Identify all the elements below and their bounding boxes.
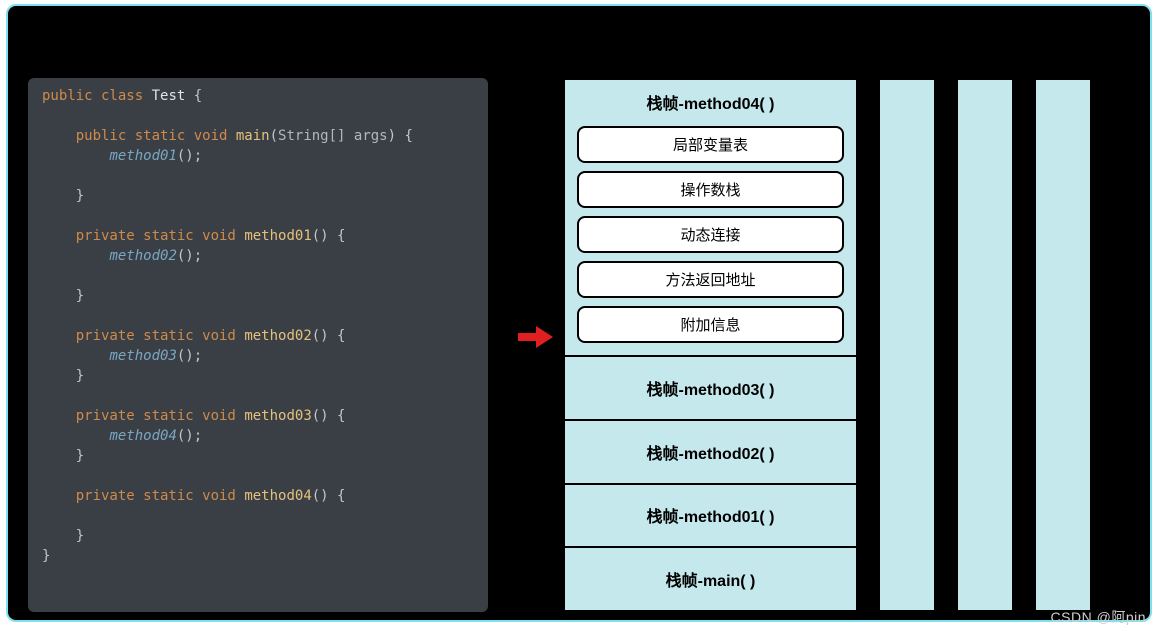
stack-column-empty: [878, 78, 936, 612]
stack-frame: 栈帧-method03( ): [565, 355, 856, 419]
stack-frame: 栈帧-method01( ): [565, 483, 856, 547]
frame-part: 操作数栈: [577, 171, 844, 208]
stack-frame: 栈帧-method02( ): [565, 419, 856, 483]
frame-title: 栈帧-method04( ): [646, 90, 774, 114]
code-block: public class Test { public static void m…: [42, 86, 474, 566]
stack-column-main: 栈帧-method04( ) 局部变量表 操作数栈 动态连接 方法返回地址 附加…: [563, 78, 858, 612]
frame-part: 动态连接: [577, 216, 844, 253]
stack-frame: 栈帧-main( ): [565, 546, 856, 610]
arrow-icon: [518, 324, 554, 350]
watermark-text: CSDN @阿pin: [1051, 607, 1146, 627]
frame-part: 方法返回地址: [577, 261, 844, 298]
stack-column-empty: [956, 78, 1014, 612]
frame-part: 附加信息: [577, 306, 844, 343]
code-panel: public class Test { public static void m…: [28, 78, 488, 612]
stack-frame-expanded: 栈帧-method04( ) 局部变量表 操作数栈 动态连接 方法返回地址 附加…: [565, 80, 856, 355]
diagram-frame: public class Test { public static void m…: [6, 4, 1152, 622]
frame-part: 局部变量表: [577, 126, 844, 163]
stack-column-empty: [1034, 78, 1092, 612]
